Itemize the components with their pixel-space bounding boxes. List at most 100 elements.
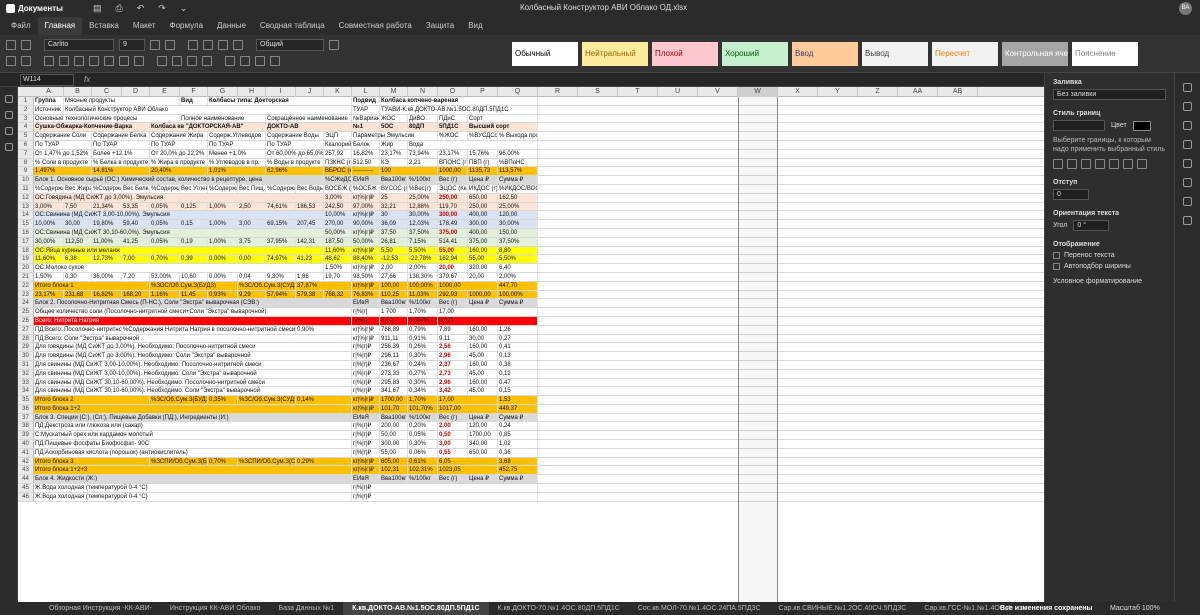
filter-icon[interactable] <box>270 56 280 66</box>
cell-A23[interactable]: 23,17% <box>34 290 64 299</box>
cell-L20[interactable]: кг|%|г|₽ <box>352 264 380 272</box>
cell-M7[interactable]: 23,17% <box>380 149 408 158</box>
cell-P3[interactable]: Сорт <box>468 114 538 123</box>
row-number[interactable]: 28 <box>18 334 34 343</box>
cell-N41[interactable]: 0,06% <box>408 448 438 457</box>
row-number[interactable]: 30 <box>18 352 34 360</box>
cell-O18[interactable]: 55,00 <box>438 246 468 255</box>
cell-Q42[interactable]: 3,68 <box>498 457 538 466</box>
cell-F23[interactable]: 11,45 <box>180 290 208 299</box>
cell-J19[interactable]: 41,23 <box>296 255 324 264</box>
cell-O11[interactable]: ЭЦОС (Ккал) <box>438 184 468 193</box>
cell-M39[interactable]: 50,00 <box>380 431 408 440</box>
cell-A45[interactable]: Ж:Вода холодная (температурой 0-4 °C) <box>34 484 352 492</box>
cell-M21[interactable]: 27,66 <box>380 272 408 281</box>
column-header-P[interactable]: P <box>468 87 498 97</box>
cell-G5[interactable]: Содерж.Углеводов <box>208 132 266 140</box>
row-number[interactable]: 4 <box>18 123 34 132</box>
cell-A29[interactable]: Для говядины (МД СиЖТ до 3,00%). Необход… <box>34 343 352 352</box>
tab-9[interactable]: Вид <box>461 17 489 35</box>
signature-icon[interactable] <box>1183 216 1192 225</box>
avatar[interactable]: ВА <box>1179 2 1192 15</box>
cell-O35[interactable]: 17,00 <box>438 396 498 404</box>
cell-H21[interactable]: 0,04 <box>238 272 266 281</box>
cell-style-8[interactable]: Пояснение <box>1072 42 1138 66</box>
cell-A1[interactable]: Группа <box>34 97 64 105</box>
shape-settings-icon[interactable] <box>1183 159 1192 168</box>
cell-O25[interactable]: 17,00 <box>438 308 538 316</box>
cell-L12[interactable]: кг|%|г|₽ <box>352 193 380 202</box>
cell-N34[interactable]: 0,34% <box>408 387 438 396</box>
row-number[interactable]: 29 <box>18 343 34 352</box>
cell-H19[interactable]: 0,00 <box>238 255 266 264</box>
row-number[interactable]: 13 <box>18 202 34 211</box>
cell-E17[interactable]: 0,05% <box>150 237 180 246</box>
fill-color-icon[interactable] <box>119 56 129 66</box>
cell-Q34[interactable]: 0,15 <box>498 387 538 396</box>
cell-P5[interactable]: %ВУСДСс УПППО <box>468 132 498 140</box>
cell-N35[interactable]: 1,70% <box>408 396 438 404</box>
cell-G19[interactable]: 0,00% <box>208 255 238 264</box>
cell-G17[interactable]: 1,00% <box>208 237 238 246</box>
cell-L40[interactable]: г|%|г|₽ <box>352 440 380 448</box>
cell-H17[interactable]: 3,75 <box>238 237 266 246</box>
cell-Q32[interactable]: 0,12 <box>498 369 538 378</box>
cell-P14[interactable]: 400,00 <box>468 211 498 220</box>
cell-C13[interactable]: 21,34% <box>92 202 122 211</box>
cell-P41[interactable]: 650,00 <box>468 448 498 457</box>
cell-G35[interactable]: 0,35% <box>208 396 238 404</box>
cell-P33[interactable]: 160,00 <box>468 378 498 387</box>
cell-N20[interactable]: 2,00% <box>408 264 438 272</box>
cell-Q5[interactable]: % Выхода продукции <box>498 132 538 140</box>
cell-L14[interactable]: кг|%|г|₽ <box>352 211 380 220</box>
table-template-icon[interactable] <box>329 40 339 50</box>
cell-L25[interactable]: г|%|г| <box>352 308 380 316</box>
column-header-Z[interactable]: Z <box>858 87 898 97</box>
cell-N33[interactable]: 0,30% <box>408 378 438 387</box>
border-bottom-icon[interactable] <box>1137 159 1147 169</box>
save-icon[interactable]: ▤ <box>93 3 102 14</box>
sheet-tab-2[interactable]: База Данных №1 <box>269 602 343 615</box>
cell-L39[interactable]: г|%|г|₽ <box>352 431 380 440</box>
cell-L17[interactable]: 50,00% <box>352 237 380 246</box>
cell-L15[interactable]: 90,00% <box>352 220 380 228</box>
column-header-F[interactable]: F <box>180 87 208 97</box>
cell-A26[interactable]: Всего: Нитрита Натрия <box>34 316 352 325</box>
cell-N13[interactable]: 12,88% <box>408 202 438 211</box>
cell-A31[interactable]: Для свинины (МД СиЖТ 3,00-10,00%). Необх… <box>34 360 352 369</box>
tab-3[interactable]: Макет <box>126 17 163 35</box>
cell-Q8[interactable]: %ВПоНС <box>498 158 538 167</box>
cell-M30[interactable]: 296,11 <box>380 352 408 360</box>
cell-I6[interactable]: По ТУАР <box>266 140 324 149</box>
cell-N6[interactable]: Вода <box>408 140 538 149</box>
cell-I11[interactable]: %Содержания Воды <box>266 184 296 193</box>
cell-N3[interactable]: ДиВО <box>408 114 438 123</box>
cell-A27[interactable]: ПД:Всего: Посолочно-нитритной смеси <box>34 325 122 334</box>
cell-L7[interactable]: 16,82% <box>352 149 380 158</box>
cell-P16[interactable]: 400,00 <box>468 228 498 237</box>
name-box[interactable]: W114 <box>20 73 74 86</box>
cell-C19[interactable]: 12,73% <box>92 255 122 264</box>
cell-N19[interactable]: -22,78% <box>408 255 438 264</box>
cell-O8[interactable]: ВПОНС (г) <box>438 158 468 167</box>
cell-L1[interactable]: Подвид <box>352 97 380 105</box>
cell-L2[interactable]: ТУАР <box>352 105 380 114</box>
cell-Q27[interactable]: 1,26 <box>498 325 538 334</box>
fill-select[interactable]: Без заливки <box>1053 89 1166 100</box>
cell-M40[interactable]: 300,00 <box>380 440 408 448</box>
tab-7[interactable]: Совместная работа <box>332 17 419 35</box>
cell-M4[interactable]: 5ОС <box>380 123 408 132</box>
undo-icon[interactable]: ↶ <box>137 3 145 14</box>
cell-M31[interactable]: 236,67 <box>380 360 408 369</box>
cell-A14[interactable]: ОС:Свинина (МД СиЖТ 3,00-10,00%). Эмульс… <box>34 211 324 220</box>
cell-M16[interactable]: 37,50 <box>380 228 408 237</box>
cell-E11[interactable]: %Содержания Углеводов <box>150 184 180 193</box>
cell-B17[interactable]: 112,50 <box>64 237 92 246</box>
row-number[interactable]: 7 <box>18 149 34 158</box>
cell-C5[interactable]: Содержание Белка <box>92 132 150 140</box>
cell-P21[interactable]: 20,00 <box>468 272 498 281</box>
cell-Q11[interactable]: %ИКДОС/ВОС <box>498 184 538 193</box>
cell-L13[interactable]: 97,00% <box>352 202 380 211</box>
cell-H23[interactable]: 9,29 <box>238 290 266 299</box>
cell-L36[interactable]: кг|%|г|₽ <box>352 404 380 413</box>
